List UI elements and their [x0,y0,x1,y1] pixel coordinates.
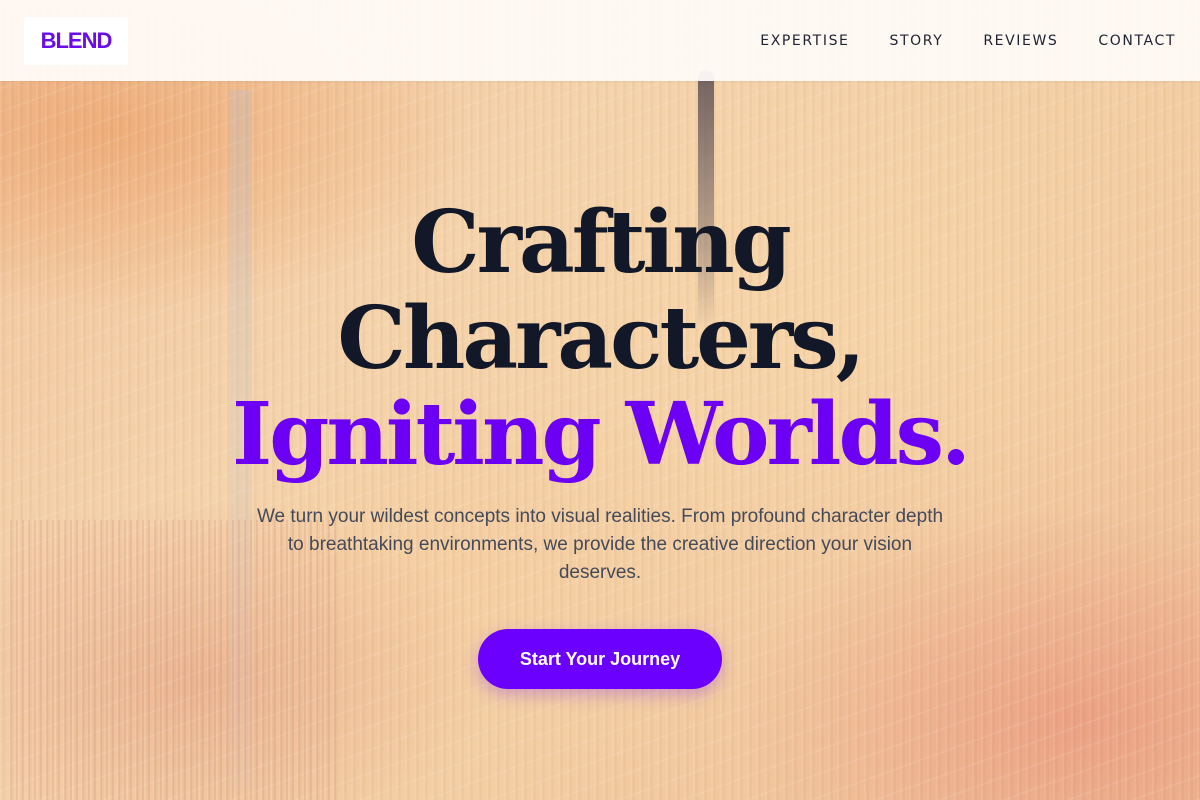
logo[interactable]: BLEND [24,16,128,65]
headline-line-2: Characters, [337,288,865,389]
nav-item-reviews[interactable]: REVIEWS [983,33,1058,49]
site-header: BLEND EXPERTISE STORY REVIEWS CONTACT [0,0,1200,81]
main-nav: EXPERTISE STORY REVIEWS CONTACT [760,33,1176,49]
headline-line-1: Crafting [411,192,792,293]
hero-headline: Crafting Characters, Igniting Worlds. [0,195,1200,483]
nav-item-expertise[interactable]: EXPERTISE [760,33,849,49]
nav-item-contact[interactable]: CONTACT [1098,33,1176,49]
headline-line-3-accent: Igniting Worlds. [232,384,971,485]
hero-subtext: We turn your wildest concepts into visua… [256,506,944,583]
start-journey-button[interactable]: Start Your Journey [478,629,722,689]
hero-section: Crafting Characters, Igniting Worlds. We… [0,81,1200,800]
nav-item-story[interactable]: STORY [890,33,944,49]
logo-text: BLEND [40,27,113,53]
